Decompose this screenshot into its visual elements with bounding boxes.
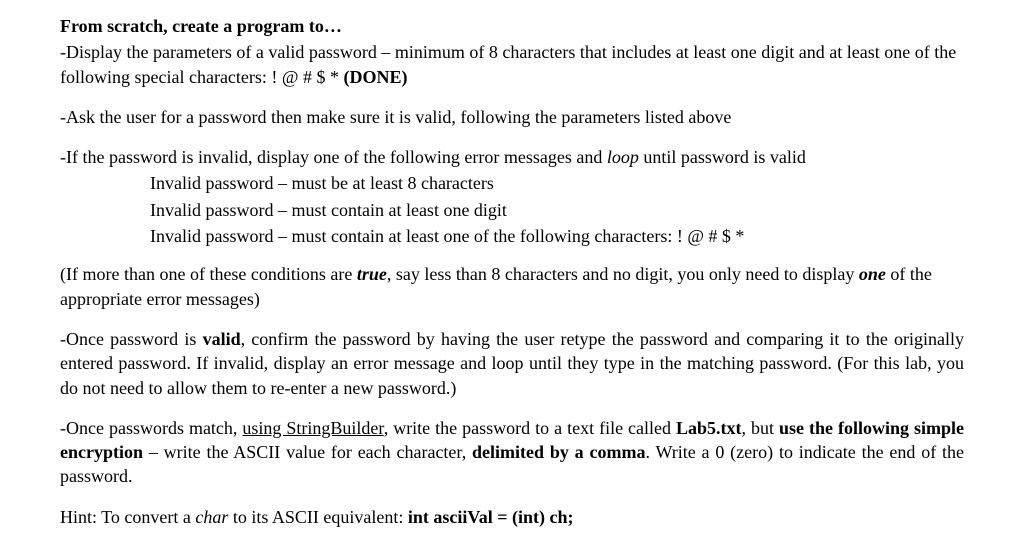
error-msg-digit: Invalid password – must contain at least… (150, 198, 964, 222)
stringbuilder-phrase: using StringBuilder (242, 418, 383, 438)
text: , say less than 8 characters and no digi… (387, 264, 859, 284)
text: – write the ASCII value for each charact… (143, 442, 472, 462)
paragraph-hint: Hint: To convert a char to its ASCII equ… (60, 505, 964, 529)
heading: From scratch, create a program to… (60, 14, 964, 38)
error-msg-special: Invalid password – must contain at least… (150, 224, 964, 248)
text: until password is valid (639, 147, 806, 167)
text: (If more than one of these conditions ar… (60, 264, 357, 284)
char-word: char (195, 507, 228, 527)
text: -If the password is invalid, display one… (60, 147, 607, 167)
paragraph-invalid-intro: -If the password is invalid, display one… (60, 145, 964, 169)
comma-phrase: delimited by a comma (472, 442, 645, 462)
error-msg-length: Invalid password – must be at least 8 ch… (150, 171, 964, 195)
paragraph-confirm: -Once password is valid, confirm the pas… (60, 327, 964, 400)
text: -Display the parameters of a valid passw… (60, 42, 956, 86)
valid-word: valid (203, 329, 241, 349)
loop-word: loop (607, 147, 639, 167)
true-word: true (357, 264, 387, 284)
done-marker: (DONE) (343, 67, 407, 87)
hint-code: int asciiVal = (int) ch; (408, 507, 574, 527)
error-message-list: Invalid password – must be at least 8 ch… (60, 171, 964, 248)
one-word: one (859, 264, 886, 284)
text: -Once passwords match, (60, 418, 242, 438)
text: , write the password to a text file call… (384, 418, 676, 438)
paragraph-ask-user: -Ask the user for a password then make s… (60, 105, 964, 129)
text: to its ASCII equivalent: (228, 507, 408, 527)
text: Hint: To convert a (60, 507, 195, 527)
paragraph-write-file: -Once passwords match, using StringBuild… (60, 416, 964, 489)
text: , but (742, 418, 779, 438)
filename: Lab5.txt (676, 418, 742, 438)
paragraph-display-params: -Display the parameters of a valid passw… (60, 40, 964, 89)
paragraph-multi-condition: (If more than one of these conditions ar… (60, 262, 964, 311)
text: -Once password is (60, 329, 203, 349)
